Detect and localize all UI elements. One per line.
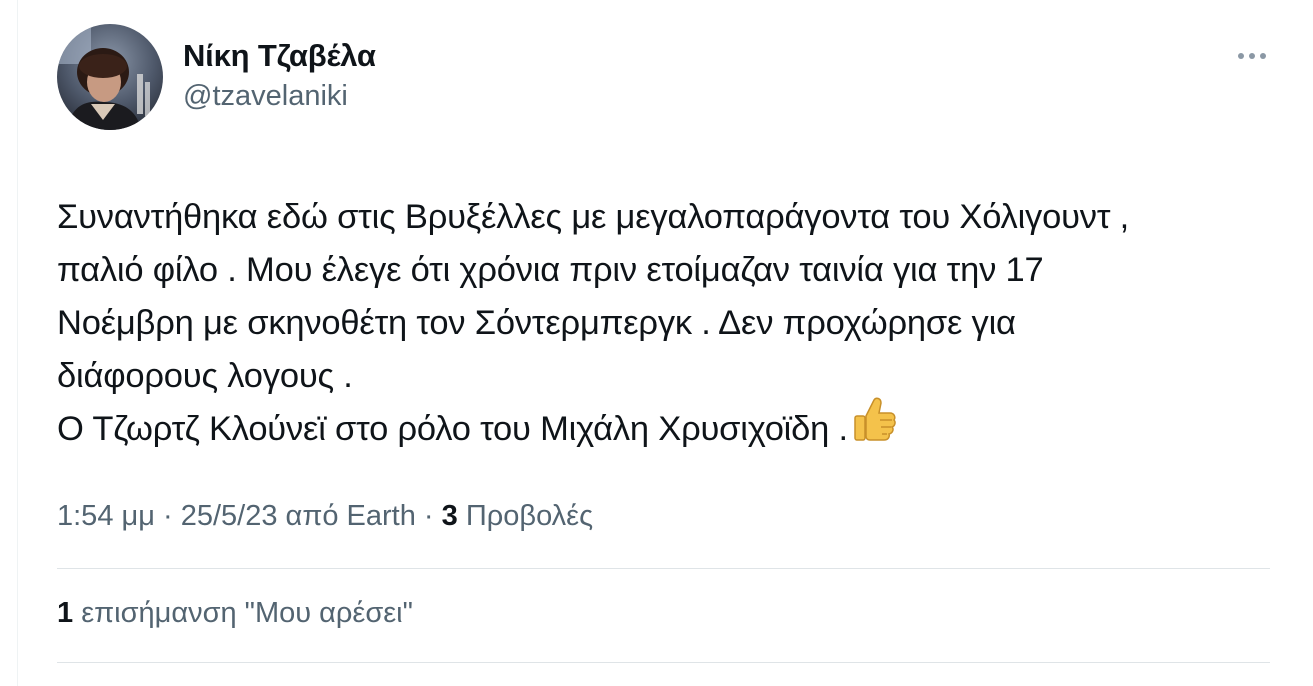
author-display-name[interactable]: Νίκη Τζαβέλα [183, 38, 376, 74]
meta-separator: · [423, 500, 434, 532]
divider [57, 568, 1270, 569]
tweet-line: διάφορους λογους . [57, 357, 353, 395]
tweet-line-text: Ο Τζωρτζ Κλούνεϊ στο ρόλο του Μιχάλη Χρυ… [57, 410, 848, 448]
source-prefix: από [285, 500, 339, 532]
likes-link[interactable]: 1 επισήμανση "Μου αρέσει" [57, 597, 413, 630]
tweet-line: Συναντήθηκα εδώ στις Βρυξέλλες με μεγαλο… [57, 198, 1130, 236]
tweet-date[interactable]: 25/5/23 [181, 500, 278, 532]
tweet-line: Νοέμβρη με σκηνοθέτη τον Σόντερμπεργκ . … [57, 304, 1016, 342]
more-dots-icon [1238, 53, 1266, 59]
author-handle[interactable]: @tzavelaniki [183, 80, 348, 113]
more-options-button[interactable] [1232, 42, 1272, 70]
avatar[interactable] [57, 24, 163, 130]
tweet-line: παλιό φίλο . Μου έλεγε ότι χρόνια πριν ε… [57, 251, 1044, 289]
meta-separator: · [162, 500, 173, 532]
timeline-border [17, 0, 18, 686]
tweet-meta: 1:54 μμ · 25/5/23 από Earth · 3 Προβολές [57, 500, 593, 533]
tweet-time[interactable]: 1:54 μμ [57, 500, 155, 532]
views-label: Προβολές [465, 500, 594, 532]
likes-label: επισήμανση "Μου αρέσει" [81, 597, 413, 629]
views-count: 3 [441, 500, 458, 532]
avatar-photo [57, 24, 163, 130]
tweet-line-last: Ο Τζωρτζ Κλούνεϊ στο ρόλο του Μιχάλη Χρυ… [57, 397, 1287, 456]
divider [57, 662, 1270, 663]
tweet-card: Νίκη Τζαβέλα @tzavelaniki Συναντήθηκα εδ… [0, 0, 1313, 686]
tweet-text: Συναντήθηκα εδώ στις Βρυξέλλες με μεγαλο… [57, 191, 1287, 456]
tweet-source: Earth [346, 500, 416, 532]
thumbs-up-icon [852, 396, 896, 458]
likes-count: 1 [57, 597, 74, 629]
